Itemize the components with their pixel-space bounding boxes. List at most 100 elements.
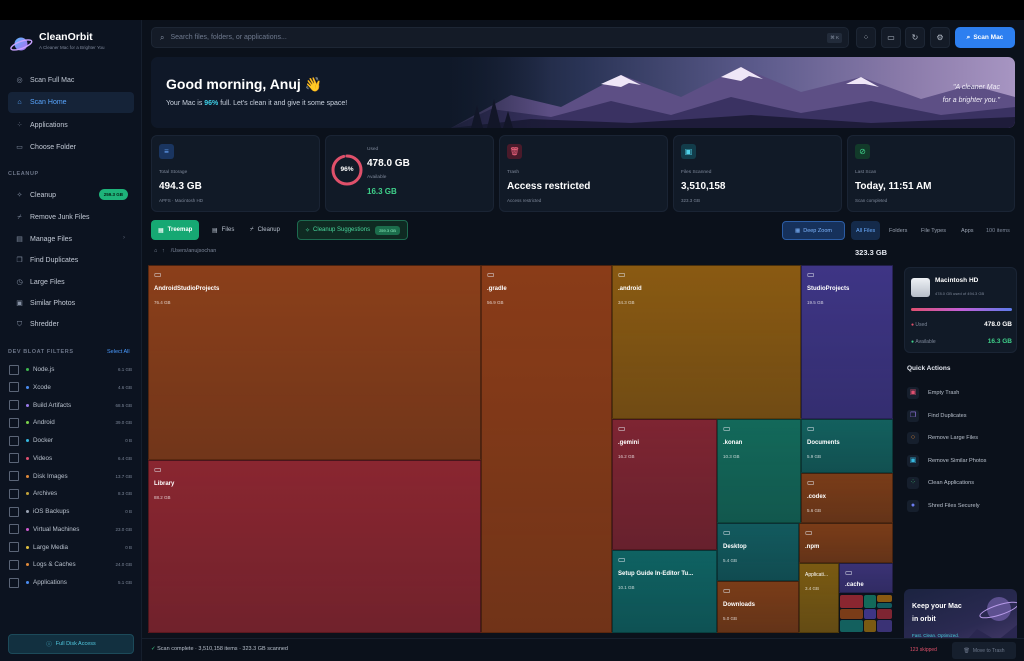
bloat-filter-item[interactable]: Node.js 6.1 GB <box>9 361 134 378</box>
checkbox[interactable] <box>9 559 19 570</box>
tab-cleanup-suggestions[interactable]: ✧ Cleanup Suggestions 259.3 GB <box>297 220 408 240</box>
treemap-tile[interactable]: ▭ Library 88.2 GB <box>148 460 481 633</box>
settings-button[interactable]: ⚙ <box>930 27 950 48</box>
treemap-tile[interactable]: Applicati... 3.4 GB <box>799 563 839 633</box>
app-tagline: A Cleaner Mac for a Brighter You <box>39 45 105 50</box>
checkbox[interactable] <box>9 471 19 481</box>
nav-cleanup[interactable]: ✧ Cleanup 259.3 GB <box>8 185 134 206</box>
checkbox[interactable] <box>9 417 19 428</box>
treemap-tile[interactable]: ▭ Desktop 5.4 GB <box>717 523 799 581</box>
bloat-filter-item[interactable]: Videos 6.4 GB <box>9 450 134 467</box>
tab-files[interactable]: ▤ Files <box>205 220 241 240</box>
bloat-filter-item[interactable]: Applications 5.1 GB <box>9 574 134 591</box>
small-tile[interactable] <box>840 595 863 608</box>
quick-action-item[interactable]: ❐ Find Duplicates <box>907 407 1017 425</box>
bloat-filter-item[interactable]: iOS Backups 0 B <box>9 503 134 520</box>
bloat-filter-item[interactable]: Virtual Machines 23.0 GB <box>9 521 134 538</box>
treemap-tile[interactable]: ▭ AndroidStudioProjects 76.4 GB <box>148 265 481 460</box>
treemap-tile[interactable]: ▭ .gradle 56.9 GB <box>481 265 612 633</box>
nav-scan-home[interactable]: ⌂ Scan Home <box>8 92 134 113</box>
storage-list-icon: ≡ <box>159 144 174 159</box>
small-tile[interactable] <box>864 609 876 619</box>
bloat-filter-item[interactable]: Build Artifacts 68.5 GB <box>9 397 134 414</box>
display-button[interactable]: ▭ <box>881 27 901 48</box>
treemap-tile[interactable]: ▭ Documents 5.9 GB <box>801 419 893 473</box>
checkbox[interactable] <box>9 435 19 446</box>
bloat-filter-item[interactable]: Large Media 0 B <box>9 539 134 556</box>
small-tile[interactable] <box>864 620 876 632</box>
treemap-tile[interactable]: ▭ Setup Guide In-Editor Tu... 10.1 GB <box>612 550 717 633</box>
checkbox[interactable] <box>9 364 19 375</box>
small-tile[interactable] <box>877 620 892 632</box>
small-tile[interactable] <box>877 603 892 608</box>
full-disk-access-button[interactable]: ⓘ Full Disk Access <box>8 634 134 654</box>
bloat-filter-item[interactable]: Disk Images 13.7 GB <box>9 468 134 485</box>
bloat-filter-item[interactable]: Xcode 4.6 GB <box>9 379 134 396</box>
treemap-tile[interactable]: ▭ StudioProjects 19.5 GB <box>801 265 893 419</box>
small-tile[interactable] <box>877 595 892 602</box>
tab-cleanup[interactable]: ⌿ Cleanup <box>243 220 287 240</box>
search-bar[interactable]: ⌕ Search files, folders, or applications… <box>151 27 849 48</box>
nav-similar-photos[interactable]: ▣ Similar Photos <box>8 293 134 314</box>
small-tile[interactable] <box>877 609 892 619</box>
checkbox[interactable] <box>9 524 19 535</box>
filter-all-files[interactable]: All Files <box>851 221 881 240</box>
select-all-link[interactable]: Select All <box>107 349 130 355</box>
grid-view-button[interactable]: ⁘ <box>856 27 876 48</box>
filter-apps[interactable]: Apps <box>957 221 978 240</box>
home-icon[interactable]: ⌂ <box>154 248 157 254</box>
checkbox[interactable] <box>9 542 19 552</box>
quick-action-item[interactable]: ▣ Remove Similar Photos <box>907 452 1017 470</box>
checkbox[interactable] <box>9 506 19 517</box>
up-arrow-icon[interactable]: ↑ <box>162 248 165 254</box>
treemap-tile[interactable]: ▭ .cache <box>839 563 893 593</box>
checkbox[interactable] <box>9 382 19 393</box>
treemap-tile[interactable]: ▭ .android 34.3 GB <box>612 265 801 419</box>
treemap-tile[interactable]: ▭ .codex 5.6 GB <box>801 473 893 523</box>
scan-mac-label: Scan Mac <box>973 34 1004 41</box>
treemap-tile[interactable]: ▭ .konan 10.3 GB <box>717 419 801 523</box>
folder-icon: ▭ <box>807 270 815 279</box>
nav-choose-folder[interactable]: ▭ Choose Folder <box>8 137 134 158</box>
bloat-filter-item[interactable]: Logs & Caches 24.0 GB <box>9 556 134 573</box>
quick-action-item[interactable]: ○ Remove Large Files <box>907 429 1017 447</box>
deep-zoom-button[interactable]: ▦ Deep Zoom <box>782 221 845 240</box>
scan-mac-button[interactable]: ⌕ Scan Mac <box>955 27 1015 48</box>
quick-action-item[interactable]: ▣ Empty Trash <box>907 384 1017 402</box>
refresh-button[interactable]: ↻ <box>905 27 925 48</box>
move-to-trash-button[interactable]: 🗑 Move to Trash <box>952 642 1016 659</box>
nav-remove-junk[interactable]: ⌿ Remove Junk Files <box>8 207 134 228</box>
nav-find-duplicates[interactable]: ❐ Find Duplicates <box>8 250 134 271</box>
treemap-tile[interactable]: ▭ Downloads 5.0 GB <box>717 581 799 633</box>
nav-applications[interactable]: ⁘ Applications <box>8 115 134 136</box>
tab-files-label: Files <box>221 227 235 233</box>
bloat-label: iOS Backups <box>33 508 70 515</box>
checkbox[interactable] <box>9 577 19 588</box>
nav-manage-files[interactable]: ▤ Manage Files › <box>8 229 134 250</box>
checkbox[interactable] <box>9 488 19 499</box>
bloat-filter-item[interactable]: Archives 8.3 GB <box>9 485 134 502</box>
small-tile[interactable] <box>840 620 863 632</box>
filter-folders[interactable]: Folders <box>885 221 911 240</box>
quick-action-item[interactable]: ⁘ Clean Applications <box>907 474 1017 492</box>
skipped-count[interactable]: 123 skipped <box>910 647 937 653</box>
nav-large-files[interactable]: ◷ Large Files <box>8 272 134 293</box>
bloat-filter-item[interactable]: Android 39.0 GB <box>9 414 134 431</box>
nav-label: Cleanup <box>30 192 57 199</box>
quick-action-item[interactable]: ● Shred Files Securely <box>907 497 1017 515</box>
search-input[interactable]: Search files, folders, or applications..… <box>170 34 286 41</box>
trash-label: Trash <box>507 170 520 175</box>
small-tile[interactable] <box>840 609 863 619</box>
checkbox[interactable] <box>9 453 19 464</box>
nav-shredder[interactable]: ⛉ Shredder <box>8 314 134 335</box>
treemap-tile[interactable]: ▭ .npm <box>799 523 893 563</box>
bloat-size: 6.4 GB <box>117 455 132 461</box>
nav-scan-full-mac[interactable]: ◎ Scan Full Mac <box>8 70 134 91</box>
tab-treemap[interactable]: ▦ Treemap <box>151 220 200 240</box>
tile-size: 5.4 GB <box>723 558 738 563</box>
checkbox[interactable] <box>9 400 19 410</box>
filter-file-types[interactable]: File Types <box>917 221 950 240</box>
treemap-tile[interactable]: ▭ .gemini 16.2 GB <box>612 419 717 550</box>
small-tile[interactable] <box>864 595 876 608</box>
bloat-filter-item[interactable]: Docker 0 B <box>9 432 134 449</box>
